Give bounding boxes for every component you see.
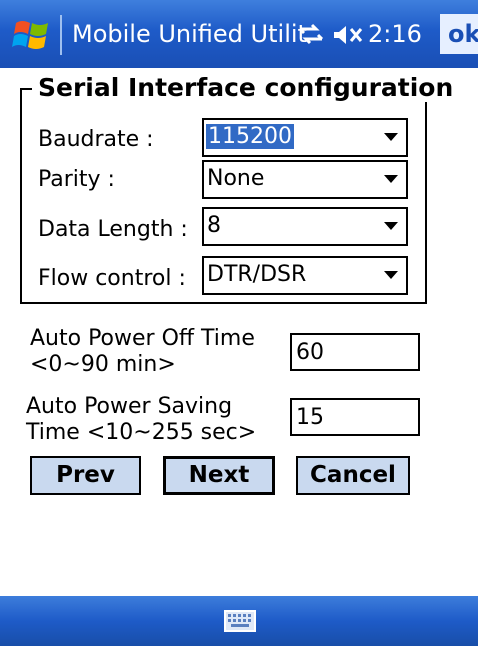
auto-power-saving-input[interactable]: 15	[290, 398, 420, 436]
title-bar: Mobile Unified Utilit 2:16 ok	[0, 0, 478, 68]
window-title: Mobile Unified Utilit	[72, 20, 307, 48]
chevron-down-icon[interactable]	[384, 222, 398, 230]
parity-dropdown[interactable]: None	[202, 160, 408, 199]
baudrate-dropdown[interactable]: 115200	[202, 118, 408, 157]
title-divider	[60, 15, 62, 55]
auto-power-saving-label: Auto Power Saving	[26, 394, 233, 419]
auto-power-saving-range: Time <10~255 sec>	[26, 420, 257, 445]
parity-label: Parity :	[38, 167, 115, 192]
flow-control-label: Flow control :	[38, 266, 186, 291]
data-length-value: 8	[207, 213, 221, 238]
chevron-down-icon[interactable]	[384, 175, 398, 183]
prev-button[interactable]: Prev	[30, 456, 141, 495]
chevron-down-icon[interactable]	[384, 133, 398, 141]
serial-config-title: Serial Interface configuration	[32, 73, 460, 102]
data-length-dropdown[interactable]: 8	[202, 207, 408, 246]
windows-flag-icon[interactable]	[12, 17, 52, 53]
chevron-down-icon[interactable]	[384, 271, 398, 279]
ok-button[interactable]: ok	[440, 14, 478, 54]
auto-power-off-input[interactable]: 60	[290, 333, 420, 371]
next-button[interactable]: Next	[163, 456, 275, 495]
auto-power-off-label: Auto Power Off Time	[30, 326, 255, 351]
auto-power-saving-value: 15	[296, 405, 324, 430]
data-length-label: Data Length :	[38, 217, 188, 242]
volume-muted-icon[interactable]	[332, 24, 366, 46]
connectivity-icon[interactable]	[298, 22, 324, 46]
baudrate-value: 115200	[206, 124, 294, 149]
flow-control-dropdown[interactable]: DTR/DSR	[202, 256, 408, 295]
cancel-button[interactable]: Cancel	[296, 456, 410, 495]
menu-bar	[0, 596, 478, 646]
auto-power-off-range: <0~90 min>	[30, 352, 176, 377]
clock[interactable]: 2:16	[368, 20, 422, 48]
keyboard-icon[interactable]	[224, 610, 256, 632]
flow-control-value: DTR/DSR	[207, 262, 307, 287]
auto-power-off-value: 60	[296, 340, 324, 365]
parity-value: None	[207, 166, 265, 191]
baudrate-label: Baudrate :	[38, 127, 154, 152]
